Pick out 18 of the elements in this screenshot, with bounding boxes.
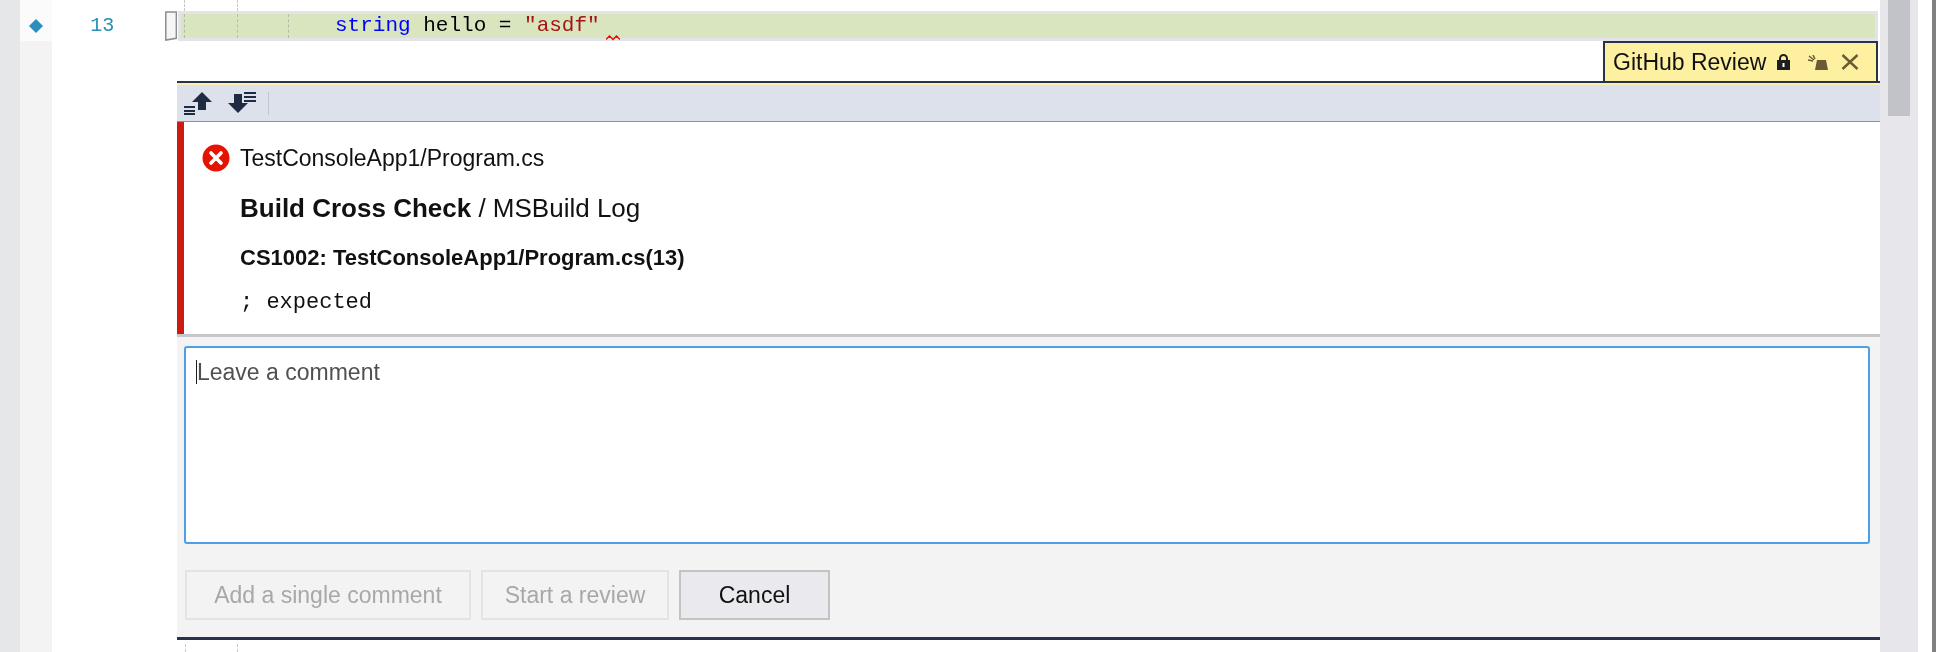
diamond-icon[interactable]: [29, 19, 43, 33]
vertical-scrollbar[interactable]: [1880, 0, 1918, 652]
close-icon[interactable]: [1841, 54, 1860, 70]
file-path: TestConsoleApp1/Program.cs: [240, 144, 545, 173]
arrow-down-icon[interactable]: [228, 91, 256, 115]
error-code: CS1002: TestConsoleApp1/Program.cs(13): [240, 244, 685, 272]
pin-icon[interactable]: [1808, 54, 1829, 70]
arrow-up-icon[interactable]: [184, 91, 212, 115]
action-button[interactable]: Cancel: [679, 570, 830, 620]
line-number: 13: [89, 14, 115, 38]
code-line: string hello = "asdf": [335, 14, 600, 38]
error-message: ; expected: [240, 289, 373, 317]
check-title: Build Cross Check / MSBuild Log: [240, 192, 641, 224]
lock-icon[interactable]: [1777, 54, 1791, 70]
scrollbar-thumb[interactable]: [1888, 0, 1910, 116]
peek-tab[interactable]: GitHub Review: [1603, 41, 1878, 81]
comment-field[interactable]: Leave a comment: [184, 346, 1870, 544]
text-cursor: [196, 360, 197, 384]
